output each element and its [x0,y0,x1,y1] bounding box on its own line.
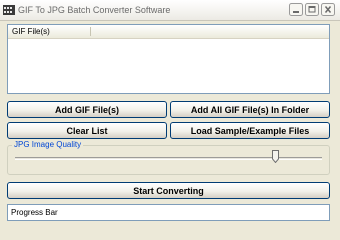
list-column-header[interactable]: GIF File(s) [8,25,329,39]
gif-file-list[interactable]: GIF File(s) [7,24,330,94]
title-bar[interactable]: GIF To JPG Batch Converter Software [0,0,340,21]
close-button[interactable] [321,3,335,16]
add-gif-files-button[interactable]: Add GIF File(s) [7,101,167,118]
quality-slider-thumb[interactable] [272,150,279,163]
maximize-icon [305,3,319,16]
start-converting-button[interactable]: Start Converting [7,182,330,199]
app-window: GIF To JPG Batch Converter Software GIF … [0,0,340,232]
add-folder-button[interactable]: Add All GIF File(s) In Folder [170,101,330,118]
minimize-button[interactable] [289,3,303,16]
app-icon [3,4,15,16]
progress-bar: Progress Bar [7,204,330,221]
minimize-icon [289,3,303,16]
load-sample-files-button[interactable]: Load Sample/Example Files [170,122,330,139]
progress-bar-label: Progress Bar [11,208,58,217]
jpg-quality-group: JPG Image Quality [7,140,330,175]
jpg-quality-label: JPG Image Quality [12,140,84,149]
clear-list-button[interactable]: Clear List [7,122,167,139]
maximize-button[interactable] [305,3,319,16]
close-icon [321,3,335,16]
window-title: GIF To JPG Batch Converter Software [18,5,171,15]
column-header-label: GIF File(s) [12,27,50,36]
column-divider[interactable] [90,27,91,36]
